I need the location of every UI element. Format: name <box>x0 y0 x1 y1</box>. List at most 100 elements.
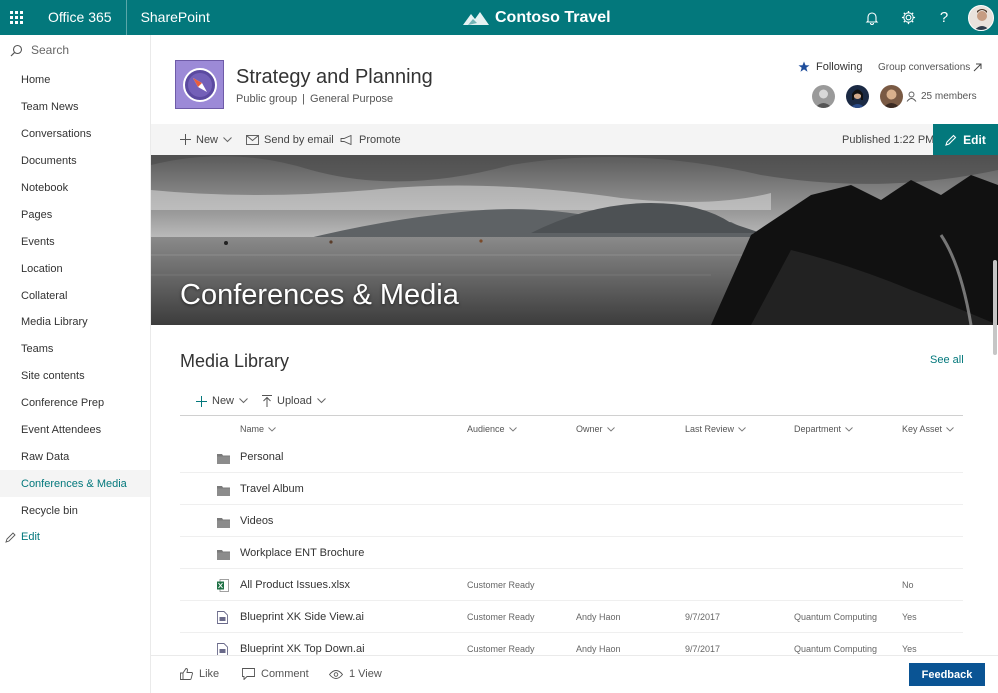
nav-item[interactable]: Home <box>0 67 150 94</box>
subtitle-separator: | <box>302 93 306 105</box>
bell-icon[interactable] <box>854 0 890 35</box>
chevron-down-icon <box>508 426 517 432</box>
mail-icon <box>246 134 259 145</box>
nav-item[interactable]: Event Attendees <box>0 417 150 444</box>
row-name[interactable]: Workplace ENT Brochure <box>240 537 364 569</box>
nav-item[interactable]: Site contents <box>0 363 150 390</box>
search-box[interactable]: Search <box>0 35 150 65</box>
members-link[interactable]: 25 members <box>906 91 977 102</box>
pencil-icon <box>5 532 16 543</box>
chevron-down-icon <box>946 426 954 432</box>
gear-icon[interactable] <box>890 0 926 35</box>
library-upload-label: Upload <box>277 395 312 407</box>
nav-item[interactable]: Media Library <box>0 309 150 336</box>
brand-logo[interactable]: Contoso Travel <box>463 0 611 35</box>
eye-icon <box>329 669 343 679</box>
megaphone-icon <box>340 134 352 145</box>
nav-item[interactable]: Conferences & Media <box>0 470 150 498</box>
feedback-button[interactable]: Feedback <box>909 663 985 686</box>
nav-item[interactable]: Pages <box>0 201 150 228</box>
table-row[interactable]: Travel Album <box>180 473 963 505</box>
table-row[interactable]: Workplace ENT Brochure <box>180 537 963 569</box>
row-name[interactable]: Videos <box>240 505 273 537</box>
library-new-label: New <box>212 395 235 407</box>
send-email-label: Send by email <box>264 133 334 146</box>
column-label: Name <box>240 424 265 434</box>
row-audience: Customer Ready <box>467 612 535 622</box>
site-logo[interactable] <box>175 60 224 109</box>
nav-item[interactable]: Teams <box>0 336 150 363</box>
user-avatar[interactable] <box>968 4 994 31</box>
hero-title: Conferences & Media <box>180 279 459 311</box>
member-avatars <box>812 85 903 108</box>
group-conversations-label: Group conversations <box>878 62 971 73</box>
nav-edit-label: Edit <box>21 531 40 544</box>
office365-link[interactable]: Office 365 <box>32 0 127 35</box>
group-conversations-link[interactable]: Group conversations <box>878 62 982 73</box>
scrollbar-thumb[interactable] <box>993 260 997 355</box>
nav-item[interactable]: Events <box>0 228 150 255</box>
member-avatar[interactable] <box>846 85 869 108</box>
send-email-button[interactable]: Send by email <box>246 124 334 155</box>
chevron-down-icon <box>223 136 232 142</box>
excel-file-icon <box>217 579 229 592</box>
mountain-icon <box>463 11 489 25</box>
nav-item[interactable]: Location <box>0 255 150 282</box>
nav-item[interactable]: Collateral <box>0 282 150 309</box>
row-department: Quantum Computing <box>794 612 878 622</box>
nav-edit-link[interactable]: Edit <box>0 524 150 550</box>
edit-page-button[interactable]: Edit <box>933 124 998 155</box>
table-row[interactable]: Blueprint XK Side View.ai Customer Ready A… <box>180 601 963 633</box>
nav-item[interactable]: Conversations <box>0 121 150 148</box>
following-button[interactable]: Following <box>798 61 862 73</box>
library-new-button[interactable]: New <box>196 390 248 412</box>
column-header-owner[interactable]: Owner <box>576 422 615 436</box>
nav-item[interactable]: Notebook <box>0 175 150 202</box>
library-upload-button[interactable]: Upload <box>262 390 326 412</box>
row-name[interactable]: Personal <box>240 441 283 473</box>
folder-icon-cell <box>217 547 230 565</box>
comment-button[interactable]: Comment <box>242 655 309 693</box>
column-header-last-review[interactable]: Last Review <box>685 422 746 436</box>
column-header-key-asset[interactable]: Key Asset <box>902 422 954 436</box>
waffle-icon[interactable] <box>0 0 32 35</box>
row-name[interactable]: Travel Album <box>240 473 304 505</box>
site-privacy: Public group <box>236 93 298 105</box>
folder-icon-cell <box>217 515 230 533</box>
nav-item[interactable]: Raw Data <box>0 443 150 470</box>
column-header-department[interactable]: Department <box>794 422 853 436</box>
row-last-review: 9/7/2017 <box>685 612 721 622</box>
see-all-link[interactable]: See all <box>930 354 964 366</box>
column-header-name[interactable]: Name <box>240 422 276 436</box>
folder-icon-cell <box>217 451 230 469</box>
sharepoint-link[interactable]: SharePoint <box>127 0 210 35</box>
column-label: Key Asset <box>902 424 943 434</box>
new-button[interactable]: New <box>180 124 232 155</box>
compass-icon <box>182 67 217 102</box>
file-icon-cell <box>217 579 229 597</box>
nav-item[interactable]: Documents <box>0 148 150 175</box>
table-row[interactable]: Personal <box>180 441 963 473</box>
media-library-title[interactable]: Media Library <box>180 351 289 372</box>
chevron-down-icon <box>606 426 615 432</box>
help-icon[interactable]: ? <box>926 0 962 35</box>
table-row[interactable]: Videos <box>180 505 963 537</box>
site-title[interactable]: Strategy and Planning <box>236 66 433 89</box>
chevron-down-icon <box>738 426 746 432</box>
new-label: New <box>196 133 219 146</box>
column-header-audience[interactable]: Audience <box>467 422 517 436</box>
file-icon-cell <box>217 611 228 629</box>
nav-item[interactable]: Conference Prep <box>0 390 150 417</box>
member-avatar[interactable] <box>880 85 903 108</box>
row-name[interactable]: Blueprint XK Side View.ai <box>240 601 364 633</box>
nav-item[interactable]: Team News <box>0 94 150 121</box>
table-row[interactable]: All Product Issues.xlsx Customer Ready No <box>180 569 963 601</box>
row-owner: Andy Haon <box>576 612 621 622</box>
nav-item[interactable]: Recycle bin <box>0 497 150 524</box>
row-name[interactable]: All Product Issues.xlsx <box>240 569 350 601</box>
member-avatar[interactable] <box>812 85 835 108</box>
column-label: Last Review <box>685 424 735 434</box>
promote-button[interactable]: Promote <box>340 124 401 155</box>
like-button[interactable]: Like <box>180 655 219 693</box>
brand-name: Contoso Travel <box>495 8 611 26</box>
